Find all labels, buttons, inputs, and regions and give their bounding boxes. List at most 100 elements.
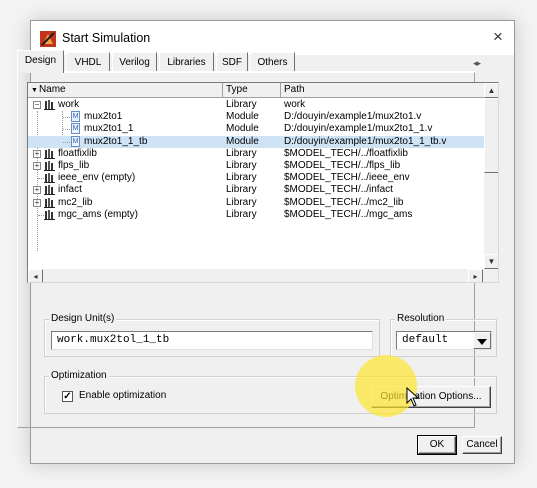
resolution-group: Resolution default — [390, 313, 497, 357]
tab-verilog[interactable]: Verilog — [112, 52, 157, 72]
list-item-selected[interactable]: M mux2to1_1_tb Module D:/douyin/example1… — [28, 135, 484, 148]
tab-label: Libraries — [167, 57, 206, 68]
row-path: $MODEL_TECH/../mgc_ams — [284, 208, 413, 220]
list-item[interactable]: M mux2to1_1 Module D:/douyin/example1/mu… — [28, 123, 484, 135]
row-type: Module — [226, 135, 259, 147]
mouse-pointer-icon — [406, 387, 420, 407]
header-label: Path — [284, 84, 305, 95]
design-unit-group: Design Unit(s) work.mux2tol_1_tb — [44, 313, 380, 357]
row-name: flps_lib — [58, 160, 90, 171]
row-name: mux2to1 — [84, 111, 123, 123]
tree-guide-line — [63, 117, 70, 119]
list-item[interactable]: + floatfixlib Library $MODEL_TECH/../flo… — [28, 148, 484, 160]
button-label: OK — [429, 439, 445, 450]
tab-libraries[interactable]: Libraries — [159, 52, 214, 72]
expand-icon[interactable]: + — [33, 149, 41, 158]
column-header-type[interactable]: Type — [223, 83, 281, 98]
tab-label: SDF — [222, 57, 242, 68]
click-highlight — [355, 355, 417, 417]
resolution-value: default — [402, 334, 449, 346]
design-unit-label: Design Unit(s) — [49, 313, 117, 324]
row-path: $MODEL_TECH/../ieee_env — [284, 172, 410, 184]
close-icon[interactable]: × — [486, 26, 510, 48]
optimization-label: Optimization — [49, 370, 109, 381]
scrollbar-corner — [484, 269, 498, 282]
row-path: D:/douyin/example1/mux2to1.v — [284, 111, 422, 123]
list-header: ▼Name Type Path — [28, 83, 484, 98]
optimization-group: Optimization ✓ Enable optimization Optim… — [44, 370, 497, 414]
library-icon — [44, 161, 55, 171]
row-type: Library — [226, 196, 257, 208]
row-path: $MODEL_TECH/../flps_lib — [284, 160, 401, 171]
vertical-scrollbar[interactable]: ▲ ▼ — [484, 83, 498, 269]
row-name: mgc_ams (empty) — [58, 208, 139, 220]
expand-icon[interactable]: + — [33, 186, 41, 195]
row-name: infact — [58, 184, 82, 196]
collapse-icon[interactable]: − — [33, 101, 41, 109]
row-type: Library — [226, 172, 257, 184]
row-name: mc2_lib — [58, 196, 93, 208]
row-name: ieee_env (empty) — [58, 172, 136, 184]
row-path: $MODEL_TECH/../infact — [284, 184, 393, 196]
list-item[interactable]: + mc2_lib Library $MODEL_TECH/../mc2_lib — [28, 197, 484, 209]
tab-sdf[interactable]: SDF — [216, 52, 248, 72]
scroll-thumb[interactable] — [484, 98, 498, 173]
list-item[interactable]: M mux2to1 Module D:/douyin/example1/mux2… — [28, 111, 484, 123]
ok-button[interactable]: OK — [417, 435, 457, 455]
tab-others[interactable]: Others — [250, 52, 295, 72]
row-path: D:/douyin/example1/mux2to1_1.v — [284, 123, 433, 135]
module-icon: M — [71, 123, 80, 135]
tab-vhdl[interactable]: VHDL — [66, 52, 110, 72]
tree-guide-line — [63, 141, 70, 143]
list-item[interactable]: mgc_ams (empty) Library $MODEL_TECH/../m… — [28, 209, 484, 221]
row-path: $MODEL_TECH/../floatfixlib — [284, 147, 408, 159]
row-path: work — [284, 99, 306, 110]
button-label: Cancel — [466, 439, 498, 450]
tab-label: Design — [24, 55, 57, 66]
cancel-button[interactable]: Cancel — [462, 436, 502, 454]
row-type: Library — [226, 99, 257, 110]
row-path: D:/douyin/example1/mux2to1_1_tb.v — [284, 135, 447, 147]
header-label: Type — [226, 84, 248, 95]
tree-guide-line — [63, 129, 70, 131]
library-tree-list[interactable]: ▼Name Type Path − work Library work M mu… — [27, 82, 499, 283]
row-type: Library — [226, 208, 257, 220]
list-item[interactable]: − work Library work — [28, 99, 484, 111]
library-icon — [44, 209, 55, 220]
list-item[interactable]: + flps_lib Library $MODEL_TECH/../flps_l… — [28, 160, 484, 172]
row-type: Module — [226, 111, 259, 123]
modelsim-app-icon — [40, 31, 56, 47]
sort-down-icon: ▼ — [31, 87, 38, 94]
row-path: $MODEL_TECH/../mc2_lib — [284, 196, 404, 208]
expand-icon[interactable]: + — [33, 198, 41, 207]
enable-optimization-label: Enable optimization — [79, 390, 167, 401]
row-name: mux2to1_1_tb — [84, 135, 148, 147]
column-header-path[interactable]: Path — [281, 83, 484, 98]
design-unit-input[interactable]: work.mux2tol_1_tb — [51, 331, 373, 350]
library-icon — [44, 173, 55, 184]
row-type: Library — [226, 160, 257, 171]
tab-design[interactable]: Design — [17, 50, 64, 73]
list-item[interactable]: + infact Library $MODEL_TECH/../infact — [28, 184, 484, 196]
scroll-down-icon[interactable]: ▼ — [484, 254, 498, 269]
row-name: work — [58, 99, 80, 110]
column-header-name[interactable]: ▼Name — [28, 83, 223, 98]
library-icon — [44, 185, 55, 196]
row-type: Library — [226, 184, 257, 196]
list-item[interactable]: ieee_env (empty) Library $MODEL_TECH/../… — [28, 172, 484, 184]
library-icon — [44, 100, 55, 110]
chevron-down-icon[interactable] — [473, 332, 491, 349]
horizontal-scrollbar[interactable]: ◂ ▸ — [28, 269, 484, 282]
tab-label: VHDL — [74, 57, 102, 68]
title-bar[interactable]: Start Simulation × — [31, 21, 514, 55]
tab-scroll-arrows-icon[interactable]: ◂▸ — [473, 58, 481, 69]
row-type: Module — [226, 123, 259, 135]
scroll-left-icon[interactable]: ◂ — [28, 269, 43, 282]
scroll-right-icon[interactable]: ▸ — [468, 269, 483, 282]
module-icon: M — [71, 111, 80, 123]
tab-label: Verilog — [119, 57, 150, 68]
expand-icon[interactable]: + — [33, 162, 41, 170]
resolution-label: Resolution — [395, 313, 447, 324]
enable-optimization-checkbox[interactable]: ✓ — [62, 391, 73, 402]
scroll-up-icon[interactable]: ▲ — [484, 83, 498, 98]
